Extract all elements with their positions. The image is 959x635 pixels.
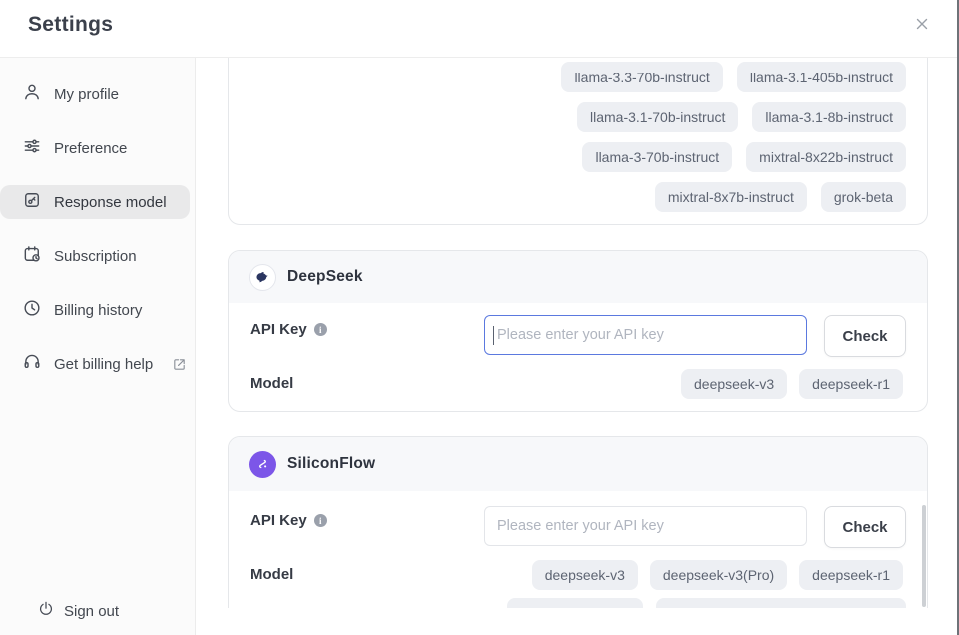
- model-chip-row: llama-3.3-70b-instruct llama-3.1-405b-in…: [561, 62, 906, 92]
- partial-chip[interactable]: [656, 598, 906, 608]
- deepseek-whale-icon: [249, 264, 276, 291]
- model-chip-row: deepseek-v3 deepseek-v3(Pro) deepseek-r1: [532, 560, 903, 590]
- model-chip[interactable]: deepseek-v3(Pro): [650, 560, 787, 590]
- check-button[interactable]: Check: [824, 506, 906, 548]
- page-title: Settings: [28, 13, 113, 37]
- sidebar: My profile Preference Response model Sub…: [0, 57, 196, 635]
- info-icon[interactable]: i: [314, 514, 327, 527]
- info-icon[interactable]: i: [314, 323, 327, 336]
- model-chip[interactable]: deepseek-v3: [681, 369, 787, 399]
- model-chip[interactable]: mixtral-8x7b-instruct: [655, 182, 807, 212]
- sidebar-item-label: Preference: [54, 140, 127, 157]
- provider-card-header: SiliconFlow: [229, 437, 927, 491]
- model-chip[interactable]: deepseek-r1: [799, 560, 903, 590]
- api-key-label: API Key i: [250, 321, 327, 338]
- model-chip[interactable]: grok-beta: [821, 182, 906, 212]
- sidebar-item-label: Billing history: [54, 302, 142, 319]
- sidebar-item-label: Subscription: [54, 248, 137, 265]
- sidebar-item-label: Get billing help: [54, 356, 153, 373]
- provider-card-partial: llama-3.3-70b-instruct llama-3.1-405b-in…: [228, 57, 928, 225]
- model-chip-row: deepseek-v3 deepseek-r1: [681, 369, 903, 399]
- modal-header: Settings: [0, 0, 957, 58]
- model-chip[interactable]: llama-3.3-70b-instruct: [561, 62, 722, 92]
- sign-out-button[interactable]: Sign out: [37, 600, 119, 622]
- siliconflow-icon: [249, 451, 276, 478]
- provider-card-siliconflow: SiliconFlow API Key i Check Model deepse…: [228, 436, 928, 608]
- sidebar-item-get-billing-help[interactable]: Get billing help: [0, 347, 190, 381]
- model-chip[interactable]: deepseek-r1: [799, 369, 903, 399]
- check-button[interactable]: Check: [824, 315, 906, 357]
- api-key-input[interactable]: [484, 506, 807, 546]
- sliders-icon: [22, 136, 42, 160]
- model-label: Model: [250, 566, 293, 583]
- sidebar-item-response-model[interactable]: Response model: [0, 185, 190, 219]
- model-chip[interactable]: llama-3-70b-instruct: [582, 142, 732, 172]
- sidebar-item-subscription[interactable]: Subscription: [0, 239, 190, 273]
- sign-out-label: Sign out: [64, 603, 119, 620]
- sidebar-item-billing-history[interactable]: Billing history: [0, 293, 190, 327]
- api-key-input[interactable]: [484, 315, 807, 355]
- api-key-label: API Key i: [250, 512, 327, 529]
- model-chip[interactable]: llama-3.1-8b-instruct: [752, 102, 906, 132]
- provider-card-deepseek: DeepSeek API Key i Check Model deepseek-…: [228, 250, 928, 412]
- scrollbar-thumb[interactable]: [922, 505, 926, 607]
- model-chip-row: llama-3-70b-instruct mixtral-8x22b-instr…: [582, 142, 906, 172]
- model-chip[interactable]: llama-3.1-70b-instruct: [577, 102, 738, 132]
- model-label: Model: [250, 375, 293, 392]
- close-icon[interactable]: [913, 15, 931, 33]
- model-chip-row-partial: [507, 598, 906, 608]
- provider-name: DeepSeek: [287, 268, 363, 286]
- user-icon: [22, 82, 42, 106]
- partial-chip[interactable]: [507, 598, 643, 608]
- calendar-clock-icon: [22, 244, 42, 268]
- settings-content-area: llama-3.3-70b-instruct llama-3.1-405b-in…: [197, 57, 957, 608]
- provider-name: SiliconFlow: [287, 455, 375, 473]
- external-link-icon: [172, 357, 187, 372]
- sidebar-item-preference[interactable]: Preference: [0, 131, 190, 165]
- provider-card-header: DeepSeek: [229, 251, 927, 303]
- model-chip[interactable]: mixtral-8x22b-instruct: [746, 142, 906, 172]
- model-chip-row: llama-3.1-70b-instruct llama-3.1-8b-inst…: [577, 102, 906, 132]
- clock-icon: [22, 298, 42, 322]
- text-caret: [493, 326, 494, 345]
- sidebar-item-my-profile[interactable]: My profile: [0, 77, 190, 111]
- model-chip-row: mixtral-8x7b-instruct grok-beta: [655, 182, 906, 212]
- response-model-icon: [22, 190, 42, 214]
- power-icon: [37, 600, 55, 622]
- headset-icon: [22, 352, 42, 376]
- sidebar-item-label: My profile: [54, 86, 119, 103]
- sidebar-item-label: Response model: [54, 194, 167, 211]
- model-chip[interactable]: llama-3.1-405b-instruct: [737, 62, 906, 92]
- settings-modal: Settings My profile Preference Response …: [0, 0, 959, 635]
- model-chip[interactable]: deepseek-v3: [532, 560, 638, 590]
